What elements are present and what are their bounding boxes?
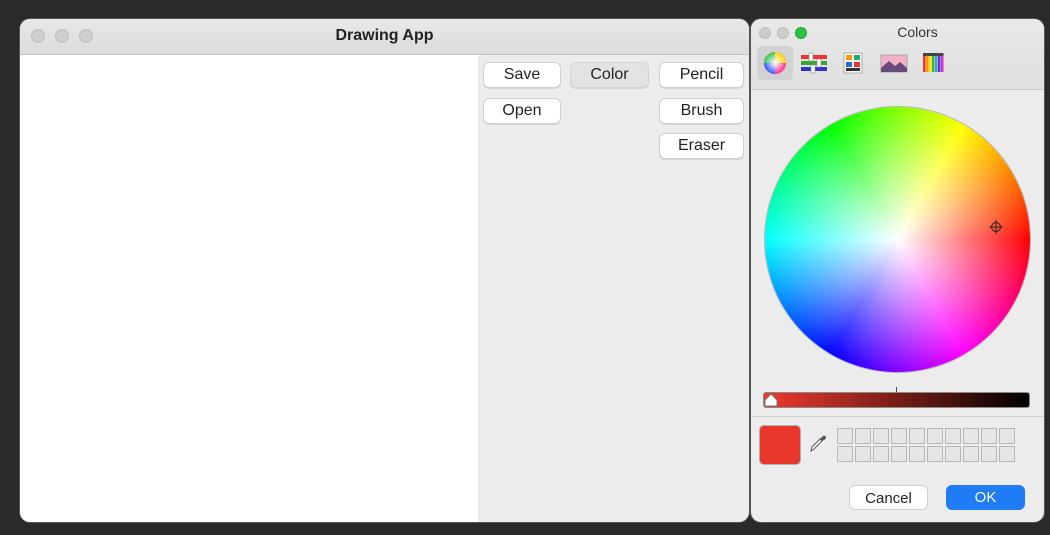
saved-color-slot[interactable] [981, 446, 997, 462]
saved-color-slot[interactable] [909, 446, 925, 462]
pencil-button[interactable]: Pencil [659, 62, 744, 88]
saved-color-slot[interactable] [981, 428, 997, 444]
divider [751, 416, 1044, 417]
pencils-icon [923, 53, 944, 72]
color-sliders-tab[interactable] [796, 46, 832, 80]
saved-color-slot[interactable] [837, 428, 853, 444]
eraser-button[interactable]: Eraser [659, 133, 744, 159]
color-sliders-icon [801, 52, 827, 74]
saved-color-slot[interactable] [855, 428, 871, 444]
eyedropper-icon[interactable] [809, 433, 827, 453]
save-button[interactable]: Save [483, 62, 561, 88]
color-picker-crosshair-icon[interactable] [989, 220, 1003, 234]
saved-color-slot[interactable] [945, 446, 961, 462]
saved-color-slot[interactable] [963, 446, 979, 462]
image-palettes-icon [880, 54, 908, 73]
window-title: Drawing App [335, 27, 434, 44]
open-button[interactable]: Open [483, 98, 561, 124]
saved-color-slot[interactable] [945, 428, 961, 444]
saved-color-slot[interactable] [873, 428, 889, 444]
color-wheel[interactable] [765, 107, 1030, 372]
title-bar[interactable]: Drawing App [20, 19, 749, 55]
color-palettes-tab[interactable] [835, 46, 871, 80]
saved-color-slot[interactable] [891, 446, 907, 462]
color-wheel-icon [764, 52, 786, 74]
saved-color-slot[interactable] [999, 428, 1015, 444]
image-palettes-tab[interactable] [876, 46, 912, 80]
saved-color-slot[interactable] [855, 446, 871, 462]
brightness-slider[interactable] [763, 392, 1030, 408]
panel-title: Colors [897, 24, 938, 40]
color-wheel-tab[interactable] [757, 46, 793, 80]
saved-color-swatches [837, 428, 1015, 462]
current-color-swatch[interactable] [760, 426, 800, 464]
saved-color-slot[interactable] [891, 428, 907, 444]
brush-button[interactable]: Brush [659, 98, 744, 124]
colors-panel-toolbar: Colors [751, 19, 1044, 90]
saved-color-slot[interactable] [999, 446, 1015, 462]
saved-color-slot[interactable] [873, 446, 889, 462]
saved-color-slot[interactable] [909, 428, 925, 444]
color-button[interactable]: Color [570, 62, 649, 88]
saved-color-slot[interactable] [963, 428, 979, 444]
drawing-canvas[interactable] [20, 55, 478, 522]
color-palettes-icon [843, 52, 863, 74]
cancel-button[interactable]: Cancel [849, 485, 928, 510]
saved-color-slot[interactable] [927, 428, 943, 444]
colors-panel: Colors Cancel OK [751, 19, 1044, 522]
saved-color-slot[interactable] [927, 446, 943, 462]
saved-color-slot[interactable] [837, 446, 853, 462]
pencils-tab[interactable] [916, 46, 952, 80]
ok-button[interactable]: OK [946, 485, 1025, 510]
drawing-app-window: Drawing App Save Color Pencil Open Brush… [20, 19, 749, 522]
slider-knob[interactable] [764, 393, 778, 407]
